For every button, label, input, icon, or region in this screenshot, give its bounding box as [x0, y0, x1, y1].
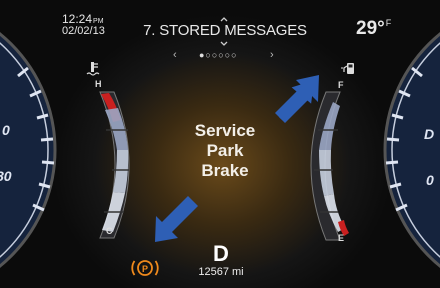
coolant-low-label: C	[106, 226, 113, 236]
outside-temperature: 29°F	[356, 18, 391, 40]
message-line-3: Brake	[201, 161, 249, 180]
callout-arrow-park-brake	[155, 196, 198, 242]
instrument-cluster: P 12:24PM 02/02/13 7. STORED MESSAGES ‹ …	[0, 0, 440, 288]
message-line-1: Service	[194, 121, 256, 140]
left-dial-scale-top: 0	[2, 122, 10, 138]
gear-indicator: D	[213, 241, 229, 266]
service-message: Service Park Brake	[150, 121, 300, 181]
odometer: 12567 mi	[198, 266, 244, 278]
message-line-2: Park	[206, 141, 244, 160]
fuel-gauge	[310, 91, 349, 241]
temperature-value: 29°	[356, 18, 385, 39]
svg-text:P: P	[142, 264, 148, 274]
park-brake-warning-icon: P	[131, 260, 159, 276]
clock-ampm: PM	[93, 18, 104, 25]
coolant-high-label: H	[95, 79, 102, 89]
right-dial	[383, 32, 440, 268]
fuel-empty-label: E	[338, 233, 345, 243]
coolant-temperature-icon	[86, 62, 100, 76]
chevron-down-icon[interactable]	[220, 41, 228, 46]
temperature-unit: F	[385, 18, 392, 28]
menu-left-arrow[interactable]: ‹	[173, 49, 177, 61]
coolant-gauge	[99, 91, 130, 239]
clock-time: 12:24	[62, 12, 93, 26]
left-dial	[0, 32, 57, 268]
menu-right-arrow[interactable]: ›	[270, 49, 274, 61]
page-indicator-dots: ●○○○○○	[199, 50, 238, 60]
date: 02/02/13	[62, 25, 105, 37]
left-dial-scale-mid: 80	[0, 168, 12, 184]
right-dial-scale-top: D	[424, 126, 435, 142]
right-dial-scale-mid: 0	[426, 172, 434, 188]
fuel-pump-icon	[341, 63, 354, 74]
fuel-full-label: F	[338, 80, 344, 90]
menu-title: 7. STORED MESSAGES	[143, 22, 307, 39]
chevron-up-icon[interactable]	[220, 17, 228, 22]
